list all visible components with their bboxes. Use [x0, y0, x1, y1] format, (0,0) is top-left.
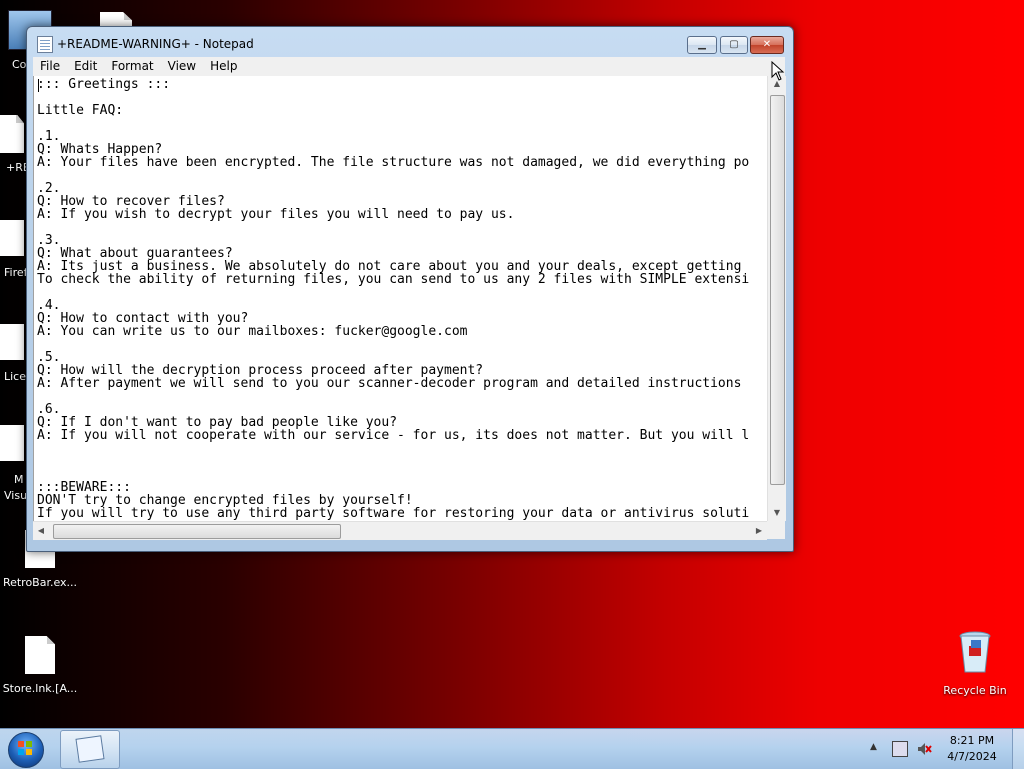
desktop-icon-store-lnk[interactable]: Store.lnk.[A...: [0, 636, 80, 695]
menu-view[interactable]: View: [161, 57, 203, 76]
desktop-icon-label: RetroBar.ex...: [2, 576, 78, 589]
taskbar-clock[interactable]: 8:21 PM 4/7/2024: [938, 733, 1006, 765]
minimize-icon: ▁: [698, 39, 706, 50]
horizontal-scroll-thumb[interactable]: [53, 524, 341, 539]
text-caret: [38, 79, 39, 92]
scroll-down-arrow-icon[interactable]: ▼: [768, 505, 786, 521]
title-bar[interactable]: +README-WARNING+ - Notepad ▁ ▢ ✕: [27, 27, 793, 57]
clock-date: 4/7/2024: [947, 750, 997, 763]
close-button[interactable]: ✕: [750, 36, 784, 54]
recycle-bin-icon: [959, 630, 991, 674]
volume-muted-icon[interactable]: [916, 741, 932, 757]
windows-flag-icon: [18, 741, 32, 755]
notepad-icon: [37, 36, 53, 53]
vertical-scroll-thumb[interactable]: [770, 95, 785, 485]
desktop-icon-recycle-bin[interactable]: Recycle Bin: [938, 630, 1012, 697]
scroll-left-arrow-icon[interactable]: ◀: [33, 522, 49, 540]
taskbar-notepad-button[interactable]: [60, 730, 120, 769]
desktop-icon-readme-partial[interactable]: +RE: [0, 115, 30, 174]
network-icon[interactable]: [892, 741, 908, 757]
scroll-right-arrow-icon[interactable]: ▶: [751, 522, 767, 540]
horizontal-scrollbar[interactable]: ◀ ▶: [33, 521, 767, 540]
notepad-window[interactable]: +README-WARNING+ - Notepad ▁ ▢ ✕ File Ed…: [26, 26, 794, 552]
close-icon: ✕: [762, 39, 772, 50]
desktop-icon-label: Firef: [4, 266, 28, 279]
desktop-icon-label: M: [14, 473, 24, 486]
editor-content[interactable]: ::: Greetings ::: Little FAQ: .1. Q: Wha…: [34, 76, 768, 520]
maximize-icon: ▢: [729, 39, 739, 50]
maximize-button[interactable]: ▢: [720, 36, 748, 54]
show-hidden-icons-icon[interactable]: ▲: [870, 742, 877, 752]
menu-format[interactable]: Format: [104, 57, 160, 76]
notepad-taskbar-icon: [75, 735, 105, 763]
menu-bar: File Edit Format View Help: [33, 57, 785, 77]
scrollbar-corner: [767, 521, 785, 539]
window-title: +README-WARNING+ - Notepad: [57, 37, 254, 51]
desktop-icon-label: Store.lnk.[A...: [2, 682, 78, 695]
desktop-icon-label: Co: [12, 58, 27, 71]
menu-file[interactable]: File: [33, 57, 67, 76]
desktop-icon-label: Recycle Bin: [943, 684, 1007, 697]
clock-time: 8:21 PM: [949, 734, 995, 747]
vertical-scrollbar[interactable]: ▲ ▼: [767, 76, 786, 521]
menu-edit[interactable]: Edit: [67, 57, 104, 76]
text-editor[interactable]: ::: Greetings ::: Little FAQ: .1. Q: Wha…: [33, 76, 768, 521]
desktop-icon-firefox-partial[interactable]: Firef: [0, 220, 28, 279]
desktop-icon-label: Visu: [4, 489, 28, 502]
desktop-icon-visual-partial[interactable]: M Visu: [0, 425, 27, 502]
minimize-button[interactable]: ▁: [687, 36, 717, 54]
desktop-icon-label: Lice: [4, 370, 26, 383]
taskbar: ▲ 8:21 PM 4/7/2024: [0, 728, 1024, 769]
show-desktop-button[interactable]: [1012, 729, 1024, 769]
file-icon: [25, 636, 55, 674]
desktop-icon-license-partial[interactable]: Lice: [0, 324, 26, 383]
start-button[interactable]: [4, 731, 48, 768]
menu-help[interactable]: Help: [203, 57, 244, 76]
